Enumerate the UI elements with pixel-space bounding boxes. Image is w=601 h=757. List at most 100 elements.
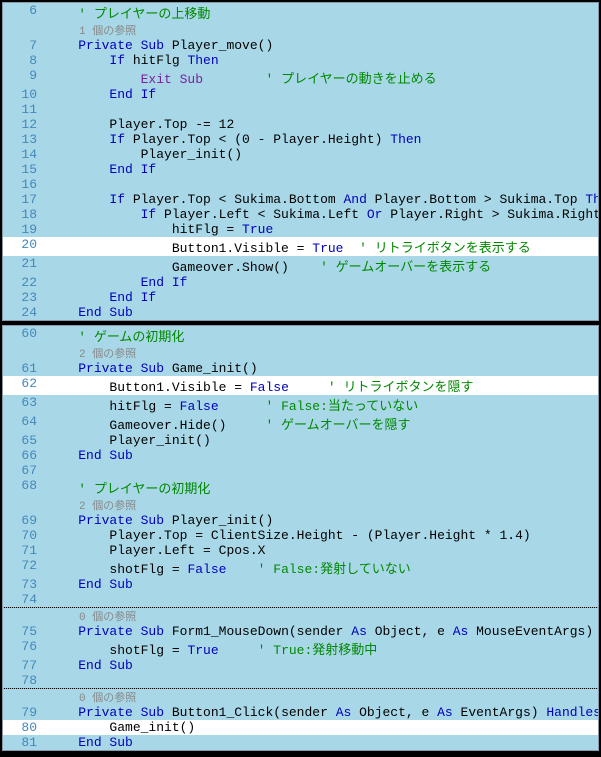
code-line[interactable]: 21 Gameover.Show() ' ゲームオーバーを表示する bbox=[3, 256, 598, 275]
code-line-highlighted[interactable]: 80 Game_init() bbox=[3, 720, 598, 735]
code-content[interactable]: Private Sub Player_move() bbox=[47, 38, 598, 53]
code-content[interactable]: hitFlg = False ' False:当たっていない bbox=[47, 395, 598, 414]
code-content[interactable]: Button1.Visible = False ' リトライボタンを隠す bbox=[47, 376, 598, 395]
code-content[interactable] bbox=[47, 177, 598, 192]
code-content[interactable]: If hitFlg Then bbox=[47, 53, 598, 68]
code-content[interactable]: Gameover.Hide() ' ゲームオーバーを隠す bbox=[47, 414, 598, 433]
code-line[interactable]: 66 End Sub bbox=[3, 448, 598, 463]
line-number: 9 bbox=[3, 68, 47, 83]
code-content[interactable]: ' ゲームの初期化 bbox=[47, 326, 598, 345]
code-line-highlighted[interactable]: 62 Button1.Visible = False ' リトライボタンを隠す bbox=[3, 376, 598, 395]
code-content[interactable] bbox=[47, 463, 598, 478]
code-line[interactable]: 8 If hitFlg Then bbox=[3, 53, 598, 68]
code-content[interactable]: Gameover.Show() ' ゲームオーバーを表示する bbox=[47, 256, 598, 275]
code-line[interactable]: 10 End If bbox=[3, 87, 598, 102]
code-content[interactable]: End If bbox=[47, 162, 598, 177]
code-line[interactable]: 19 hitFlg = True bbox=[3, 222, 598, 237]
code-content[interactable]: If Player.Top < (0 - Player.Height) Then bbox=[47, 132, 598, 147]
code-content[interactable]: hitFlg = True bbox=[47, 222, 598, 237]
code-content[interactable]: End Sub bbox=[47, 735, 598, 750]
code-line[interactable]: 18 If Player.Left < Sukima.Left Or Playe… bbox=[3, 207, 598, 222]
code-content[interactable] bbox=[47, 102, 598, 117]
line-number: 8 bbox=[3, 53, 47, 68]
code-content[interactable]: End Sub bbox=[47, 658, 598, 673]
code-line[interactable]: 64 Gameover.Hide() ' ゲームオーバーを隠す bbox=[3, 414, 598, 433]
code-line[interactable]: 13 If Player.Top < (0 - Player.Height) T… bbox=[3, 132, 598, 147]
line-number: 75 bbox=[3, 624, 47, 639]
code-editor-pane-2[interactable]: 60 ' ゲームの初期化 2 個の参照 61 Private Sub Game_… bbox=[2, 325, 599, 751]
code-line[interactable]: 6 ' プレイヤーの上移動 bbox=[3, 3, 598, 22]
codelens-references[interactable]: 0 個の参照 bbox=[3, 608, 598, 624]
code-line[interactable]: 23 End If bbox=[3, 290, 598, 305]
code-content[interactable]: Private Sub Form1_MouseDown(sender As Ob… bbox=[47, 624, 599, 639]
line-number: 15 bbox=[3, 162, 47, 177]
code-content[interactable] bbox=[47, 592, 598, 607]
code-content[interactable]: Player_init() bbox=[47, 147, 598, 162]
code-content[interactable]: Private Sub Button1_Click(sender As Obje… bbox=[47, 705, 599, 720]
line-number: 77 bbox=[3, 658, 47, 673]
code-content[interactable]: Exit Sub ' プレイヤーの動きを止める bbox=[47, 68, 598, 87]
code-line[interactable]: 71 Player.Left = Cpos.X bbox=[3, 543, 598, 558]
code-line[interactable]: 74 bbox=[3, 592, 598, 607]
code-content[interactable]: If Player.Top < Sukima.Bottom And Player… bbox=[47, 192, 599, 207]
code-line[interactable]: 24 End Sub bbox=[3, 305, 598, 320]
code-line[interactable]: 65 Player_init() bbox=[3, 433, 598, 448]
code-editor-pane-1[interactable]: 6 ' プレイヤーの上移動 1 個の参照 7 Private Sub Playe… bbox=[2, 2, 599, 321]
code-content[interactable]: End Sub bbox=[47, 577, 598, 592]
code-line[interactable]: 81 End Sub bbox=[3, 735, 598, 750]
code-line[interactable]: 17 If Player.Top < Sukima.Bottom And Pla… bbox=[3, 192, 598, 207]
code-line[interactable]: 15 End If bbox=[3, 162, 598, 177]
code-content[interactable]: End If bbox=[47, 87, 598, 102]
code-line[interactable]: 72 shotFlg = False ' False:発射していない bbox=[3, 558, 598, 577]
line-number: 69 bbox=[3, 513, 47, 528]
code-line[interactable]: 75 Private Sub Form1_MouseDown(sender As… bbox=[3, 624, 598, 639]
code-content[interactable]: ' プレイヤーの上移動 bbox=[47, 3, 598, 22]
code-line[interactable]: 9 Exit Sub ' プレイヤーの動きを止める bbox=[3, 68, 598, 87]
codelens-references[interactable]: 2 個の参照 bbox=[3, 497, 598, 513]
code-content[interactable]: End Sub bbox=[47, 305, 598, 320]
codelens-references[interactable]: 1 個の参照 bbox=[3, 22, 598, 38]
code-line[interactable]: 14 Player_init() bbox=[3, 147, 598, 162]
code-line[interactable]: 68 ' プレイヤーの初期化 bbox=[3, 478, 598, 497]
codelens-references[interactable]: 2 個の参照 bbox=[3, 345, 598, 361]
line-number: 24 bbox=[3, 305, 47, 320]
code-content[interactable]: ' プレイヤーの初期化 bbox=[47, 478, 598, 497]
code-line[interactable]: 16 bbox=[3, 177, 598, 192]
code-content[interactable]: Private Sub Game_init() bbox=[47, 361, 598, 376]
code-content[interactable]: End If bbox=[47, 290, 598, 305]
code-line[interactable]: 61 Private Sub Game_init() bbox=[3, 361, 598, 376]
line-number: 63 bbox=[3, 395, 47, 410]
code-line[interactable]: 63 hitFlg = False ' False:当たっていない bbox=[3, 395, 598, 414]
code-line[interactable]: 69 Private Sub Player_init() bbox=[3, 513, 598, 528]
code-line-highlighted[interactable]: 20 Button1.Visible = True ' リトライボタンを表示する bbox=[3, 237, 598, 256]
code-content[interactable]: Private Sub Player_init() bbox=[47, 513, 598, 528]
line-number: 74 bbox=[3, 592, 47, 607]
line-number: 64 bbox=[3, 414, 47, 429]
code-line[interactable]: 77 End Sub bbox=[3, 658, 598, 673]
codelens-references[interactable]: 0 個の参照 bbox=[3, 689, 598, 705]
code-content[interactable]: shotFlg = False ' False:発射していない bbox=[47, 558, 598, 577]
code-content[interactable]: Player.Top -= 12 bbox=[47, 117, 598, 132]
code-content[interactable]: End Sub bbox=[47, 448, 598, 463]
code-content[interactable]: Game_init() bbox=[47, 720, 598, 735]
code-content[interactable]: Player.Left = Cpos.X bbox=[47, 543, 598, 558]
code-line[interactable]: 60 ' ゲームの初期化 bbox=[3, 326, 598, 345]
code-line[interactable]: 70 Player.Top = ClientSize.Height - (Pla… bbox=[3, 528, 598, 543]
code-line[interactable]: 73 End Sub bbox=[3, 577, 598, 592]
code-content[interactable]: If Player.Left < Sukima.Left Or Player.R… bbox=[47, 207, 599, 222]
code-line[interactable]: 79 Private Sub Button1_Click(sender As O… bbox=[3, 705, 598, 720]
code-line[interactable]: 11 bbox=[3, 102, 598, 117]
line-number: 14 bbox=[3, 147, 47, 162]
code-content[interactable]: Player.Top = ClientSize.Height - (Player… bbox=[47, 528, 598, 543]
code-content[interactable]: Player_init() bbox=[47, 433, 598, 448]
code-line[interactable]: 67 bbox=[3, 463, 598, 478]
code-line[interactable]: 22 End If bbox=[3, 275, 598, 290]
line-number: 60 bbox=[3, 326, 47, 341]
code-line[interactable]: 76 shotFlg = True ' True:発射移動中 bbox=[3, 639, 598, 658]
code-content[interactable]: End If bbox=[47, 275, 598, 290]
code-line[interactable]: 12 Player.Top -= 12 bbox=[3, 117, 598, 132]
code-line[interactable]: 7 Private Sub Player_move() bbox=[3, 38, 598, 53]
line-number: 72 bbox=[3, 558, 47, 573]
code-content[interactable]: shotFlg = True ' True:発射移動中 bbox=[47, 639, 598, 658]
code-content[interactable]: Button1.Visible = True ' リトライボタンを表示する bbox=[47, 237, 598, 256]
